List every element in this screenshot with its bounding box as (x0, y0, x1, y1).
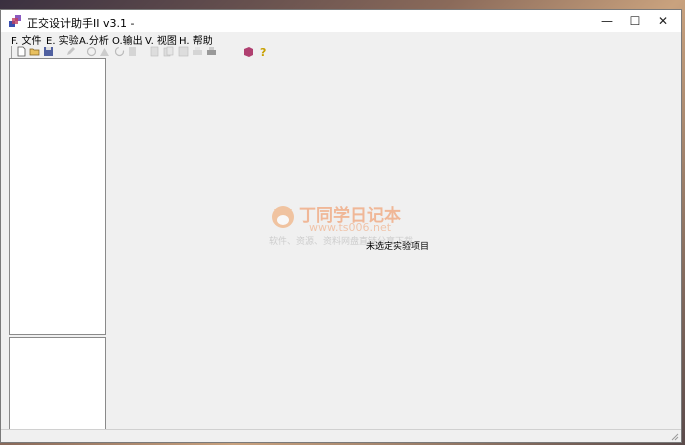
open-folder-icon[interactable] (29, 46, 40, 57)
shiba-logo-icon (272, 206, 294, 228)
save-icon[interactable] (43, 46, 54, 57)
calculate-icon[interactable] (127, 46, 138, 57)
recycle-icon[interactable] (86, 46, 97, 57)
resize-grip-icon[interactable] (670, 432, 679, 441)
watermark-url: www.ts006.net (309, 221, 392, 234)
project-tree-panel[interactable] (9, 58, 106, 335)
window-title: 正交设计助手II v3.1 - (27, 17, 135, 30)
print-icon[interactable] (192, 46, 203, 57)
toolbar-separator (11, 46, 12, 58)
preview-icon[interactable] (178, 46, 189, 57)
refresh-icon[interactable] (114, 46, 125, 57)
triangle-icon[interactable] (99, 46, 110, 57)
help-icon[interactable]: ? (258, 46, 269, 57)
document-icon[interactable] (149, 46, 160, 57)
minimize-button[interactable]: — (593, 10, 621, 32)
copy-icon[interactable] (163, 46, 174, 57)
new-file-icon[interactable] (16, 46, 27, 57)
title-bar[interactable]: 正交设计助手II v3.1 - — ☐ ✕ (1, 10, 681, 32)
maximize-button[interactable]: ☐ (621, 10, 649, 32)
status-message: 未选定实验项目 (366, 242, 430, 252)
toolbar: ? (1, 45, 681, 59)
app-icon (9, 15, 21, 27)
app-window: 正交设计助手II v3.1 - — ☐ ✕ F. 文件 E. 实验 A.分析 O… (0, 9, 682, 443)
info-panel[interactable] (9, 337, 106, 437)
status-bar (1, 429, 681, 442)
print-preview-icon[interactable] (206, 46, 217, 57)
svg-text:?: ? (260, 46, 266, 57)
edit-icon[interactable] (65, 46, 76, 57)
book-icon[interactable] (243, 46, 254, 57)
close-button[interactable]: ✕ (649, 10, 677, 32)
menu-bar: F. 文件 E. 实验 A.分析 O.输出 V. 视图 H. 帮助 (1, 32, 681, 47)
